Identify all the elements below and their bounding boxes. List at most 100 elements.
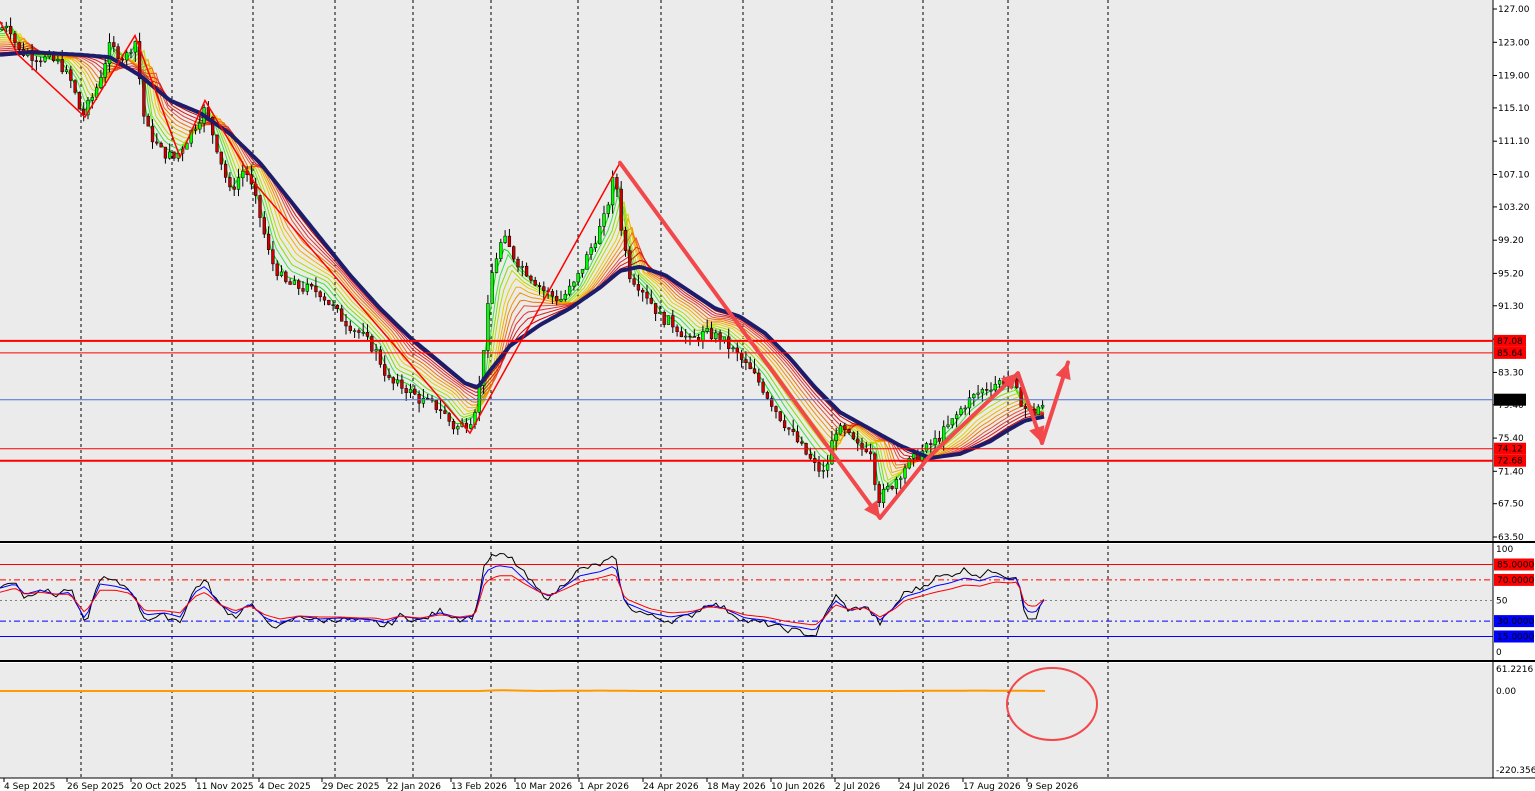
bear-candle bbox=[112, 42, 116, 47]
bear-candle bbox=[709, 328, 714, 340]
time-tick-label: 2 Jul 2026 bbox=[835, 782, 880, 791]
bear-candle bbox=[301, 288, 305, 292]
bull-candle bbox=[834, 433, 838, 441]
time-tick-label: 22 Jan 2026 bbox=[387, 782, 441, 791]
bull-candle bbox=[598, 226, 602, 245]
bear-candle bbox=[671, 315, 675, 328]
bear-candle bbox=[873, 453, 877, 485]
bull-candle bbox=[236, 177, 241, 190]
bear-candle bbox=[365, 332, 370, 337]
bull-candle bbox=[292, 280, 297, 285]
level-label: 87.08 bbox=[1497, 337, 1523, 347]
bear-candle bbox=[778, 411, 782, 421]
bear-candle bbox=[159, 142, 163, 148]
bear-candle bbox=[847, 429, 851, 434]
time-tick-label: 10 Jun 2026 bbox=[771, 782, 825, 791]
bear-candle bbox=[262, 217, 266, 235]
bear-candle bbox=[782, 420, 787, 429]
cci-panel[interactable] bbox=[0, 663, 1493, 778]
bull-candle bbox=[942, 426, 946, 442]
bull-candle bbox=[125, 52, 129, 61]
bull-candle bbox=[129, 51, 133, 54]
bear-candle bbox=[150, 125, 155, 143]
bear-candle bbox=[765, 392, 770, 399]
bull-candle bbox=[881, 488, 886, 504]
bull-candle bbox=[972, 394, 976, 399]
bear-candle bbox=[13, 33, 17, 43]
bear-candle bbox=[77, 92, 82, 110]
bear-candle bbox=[619, 188, 623, 231]
bull-candle bbox=[903, 467, 907, 479]
bear-candle bbox=[752, 368, 757, 374]
bear-candle bbox=[533, 279, 537, 286]
bear-candle bbox=[69, 69, 73, 81]
bear-candle bbox=[864, 448, 868, 453]
bull-candle bbox=[1040, 404, 1045, 408]
bull-candle bbox=[705, 328, 709, 332]
price-tick-label: 67.50 bbox=[1498, 500, 1524, 510]
bear-candle bbox=[318, 291, 322, 298]
bear-candle bbox=[357, 330, 361, 333]
time-tick-label: 4 Sep 2025 bbox=[4, 782, 55, 791]
bear-candle bbox=[335, 304, 340, 309]
price-tick-label: 107.10 bbox=[1498, 171, 1530, 181]
bull-candle bbox=[374, 349, 378, 352]
bear-candle bbox=[219, 151, 223, 165]
bull-candle bbox=[886, 486, 890, 490]
bear-candle bbox=[8, 25, 13, 35]
bear-candle bbox=[739, 352, 744, 360]
bear-candle bbox=[718, 332, 722, 341]
oscillator-panel[interactable] bbox=[0, 544, 1493, 660]
bear-candle bbox=[645, 291, 649, 299]
bear-candle bbox=[757, 372, 761, 383]
bear-candle bbox=[516, 258, 520, 268]
price-tick-label: 91.30 bbox=[1498, 302, 1524, 312]
bear-candle bbox=[331, 304, 335, 306]
bull-candle bbox=[4, 25, 8, 29]
bear-candle bbox=[172, 151, 176, 159]
bull-candle bbox=[503, 235, 507, 243]
chart-canvas[interactable]: 127.00 123.00 119.00 115.10 111.10 107.10 103.… bbox=[0, 0, 1535, 791]
price-tick-label: 103.20 bbox=[1498, 203, 1530, 213]
bull-candle bbox=[193, 128, 198, 131]
bear-candle bbox=[615, 177, 619, 190]
bear-candle bbox=[1015, 378, 1019, 388]
bull-candle bbox=[567, 285, 572, 295]
price-tick-label: 95.20 bbox=[1498, 269, 1524, 279]
price-tick-label: 115.10 bbox=[1498, 104, 1530, 114]
bear-candle bbox=[400, 379, 404, 389]
bear-candle bbox=[387, 375, 391, 378]
bull-candle bbox=[714, 332, 718, 340]
time-tick-label: 4 Dec 2025 bbox=[259, 782, 311, 791]
bull-candle bbox=[610, 177, 615, 206]
bear-candle bbox=[309, 284, 314, 287]
bull-candle bbox=[499, 242, 503, 259]
bull-candle bbox=[946, 424, 950, 427]
bear-candle bbox=[426, 398, 430, 400]
cci-tick-label: 0.00 bbox=[1496, 687, 1516, 697]
bear-candle bbox=[266, 233, 271, 250]
bear-candle bbox=[378, 349, 383, 365]
bull-candle bbox=[580, 269, 585, 274]
bull-candle bbox=[477, 385, 481, 413]
bear-candle bbox=[692, 336, 696, 338]
bull-candle bbox=[107, 42, 112, 64]
bear-candle bbox=[116, 46, 120, 59]
price-tick-label: 111.10 bbox=[1498, 137, 1530, 147]
bear-candle bbox=[555, 295, 559, 302]
bull-candle bbox=[959, 408, 963, 415]
time-tick-label: 1 Apr 2026 bbox=[579, 782, 629, 791]
bear-candle bbox=[271, 249, 275, 265]
bear-candle bbox=[327, 299, 331, 305]
bull-candle bbox=[602, 213, 606, 227]
trading-chart[interactable]: 127.00 123.00 119.00 115.10 111.10 107.10 103.… bbox=[0, 0, 1535, 791]
price-tick-label: 63.50 bbox=[1498, 533, 1524, 543]
bear-candle bbox=[688, 335, 692, 338]
bear-candle bbox=[404, 388, 408, 393]
bear-candle bbox=[791, 429, 795, 432]
bull-candle bbox=[99, 76, 103, 89]
bear-candle bbox=[985, 389, 989, 391]
bull-candle bbox=[838, 425, 843, 435]
bull-candle bbox=[825, 463, 830, 471]
price-tick-label: 99.20 bbox=[1498, 236, 1524, 246]
